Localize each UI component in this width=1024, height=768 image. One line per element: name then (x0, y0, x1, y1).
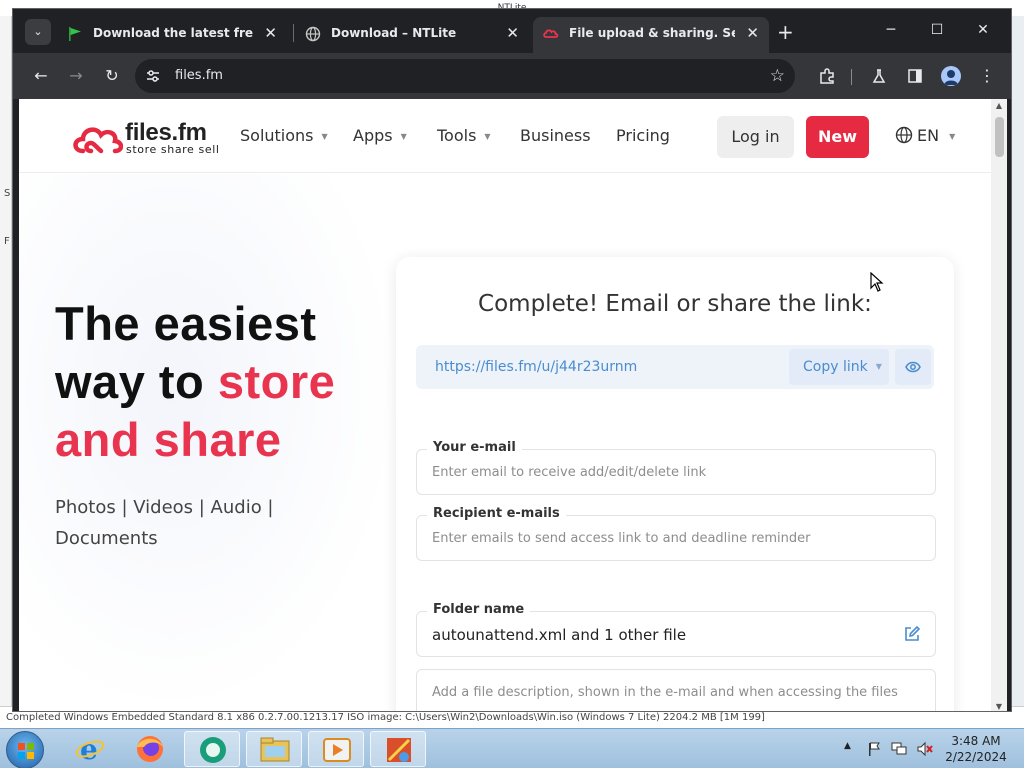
chevron-down-icon: ▼ (875, 362, 882, 371)
clock-time: 3:48 AM (951, 734, 1001, 748)
windows-logo-icon (18, 743, 34, 759)
background-mark: S (4, 188, 11, 199)
nav-solutions[interactable]: Solutions ▼ (240, 99, 328, 173)
chevron-down-icon: ▼ (400, 132, 407, 141)
labs-flask-icon[interactable] (865, 62, 893, 90)
edit-icon[interactable] (903, 625, 921, 643)
tab-ntlite-download[interactable]: Download – NTLite ✕ (295, 17, 529, 53)
forward-button[interactable]: → (62, 62, 90, 90)
maximize-button[interactable]: ☐ (917, 17, 957, 43)
chevron-down-icon: ▼ (321, 132, 328, 141)
upload-complete-card: Complete! Email or share the link: https… (396, 257, 954, 711)
nav-pricing[interactable]: Pricing (616, 99, 670, 173)
extensions-icon[interactable] (813, 62, 841, 90)
minimize-button[interactable]: ─ (871, 17, 911, 43)
close-tab-icon[interactable]: ✕ (264, 17, 277, 49)
media-player-icon[interactable] (308, 731, 364, 767)
new-tab-button[interactable]: + (777, 19, 794, 45)
ntlite-icon[interactable] (370, 731, 426, 767)
globe-icon (895, 126, 913, 144)
windows-taskbar: e ▲ 3:48 AM 2/22/2024 (0, 728, 1024, 768)
nav-tools[interactable]: Tools ▼ (437, 99, 491, 173)
card-title: Complete! Email or share the link: (478, 291, 872, 317)
bookmark-star-icon[interactable]: ☆ (770, 59, 785, 93)
close-tab-icon[interactable]: ✕ (506, 17, 519, 49)
chat-bubble-icon[interactable] (184, 731, 240, 767)
folder-name-field[interactable]: Folder name autounattend.xml and 1 other… (416, 602, 936, 657)
folder-name-value: autounattend.xml and 1 other file (432, 626, 687, 644)
scroll-down-icon[interactable]: ▼ (991, 702, 1007, 711)
url-text: files.fm (175, 68, 223, 83)
chevron-down-icon: ▼ (484, 132, 491, 141)
nav-apps[interactable]: Apps ▼ (353, 99, 407, 173)
hero-title: The easiest way to store and share (55, 297, 336, 466)
new-upload-button[interactable]: New (806, 116, 869, 158)
brand-tagline: store share sell (126, 143, 220, 156)
back-button[interactable]: ← (27, 62, 55, 90)
page-viewport: files.fm store share sell Solutions ▼ App… (19, 99, 991, 711)
field-placeholder: Add a file description, shown in the e-m… (432, 685, 898, 700)
browser-menu-icon[interactable]: ⋮ (973, 62, 1001, 90)
taskbar-clock[interactable]: 3:48 AM 2/22/2024 (936, 733, 1016, 765)
share-link-box: https://files.fm/u/j44r23urnm Copy link ▼ (416, 345, 934, 389)
eye-icon (905, 361, 921, 373)
green-flag-icon (69, 27, 81, 41)
reload-button[interactable]: ↻ (98, 62, 126, 90)
clock-date: 2/22/2024 (945, 750, 1007, 764)
hero-subtitle: Photos | Videos | Audio | Documents (55, 497, 274, 549)
scrollbar-thumb[interactable] (995, 117, 1004, 157)
file-explorer-icon[interactable] (246, 731, 302, 767)
page-scrollbar[interactable]: ▲ ▼ (991, 99, 1007, 711)
browser-toolbar: ← → ↻ files.fm ☆ ⋮ (13, 53, 1011, 99)
close-tab-icon[interactable]: ✕ (746, 17, 759, 49)
firefox-icon[interactable] (122, 731, 178, 767)
filesfm-logo[interactable]: files.fm store share sell (71, 119, 221, 159)
tab-strip: ⌄ Download the latest free trial v ✕ Dow… (13, 9, 1011, 53)
internet-explorer-icon[interactable]: e (62, 731, 118, 767)
field-placeholder: Enter email to receive add/edit/delete l… (432, 465, 707, 480)
site-settings-icon[interactable] (145, 68, 161, 84)
start-button[interactable] (6, 731, 44, 768)
show-hidden-icons-icon[interactable]: ▲ (844, 741, 851, 751)
svg-text:e: e (80, 733, 98, 766)
tab-title: Download the latest free trial v (93, 26, 253, 40)
tab-filesfm-active[interactable]: File upload & sharing. Send lar ✕ (533, 17, 769, 53)
file-description-field[interactable]: Add a file description, shown in the e-m… (416, 669, 936, 711)
site-header: files.fm store share sell Solutions ▼ App… (19, 99, 991, 173)
tab-title: File upload & sharing. Send lar (569, 26, 735, 40)
tab-search-button[interactable]: ⌄ (25, 19, 51, 45)
tab-download-trial[interactable]: Download the latest free trial v ✕ (57, 17, 287, 53)
mouse-cursor-icon (870, 272, 884, 292)
filesfm-cloud-icon (543, 29, 559, 38)
desktop: NTLite S F Completed Windows Embedded St… (0, 0, 1024, 768)
language-selector[interactable]: EN ▼ (895, 99, 955, 174)
field-placeholder: Enter emails to send access link to and … (432, 531, 811, 546)
globe-icon (305, 26, 321, 42)
nav-business[interactable]: Business (520, 99, 591, 173)
scroll-up-icon[interactable]: ▲ (991, 101, 1007, 110)
filesfm-cloud-logo-icon (73, 127, 123, 154)
background-window-sidebar: S F (0, 16, 12, 716)
your-email-field[interactable]: Your e-mail Enter email to receive add/e… (416, 440, 936, 495)
close-window-button[interactable]: ✕ (963, 17, 1003, 43)
network-icon[interactable] (890, 741, 908, 757)
browser-window: ⌄ Download the latest free trial v ✕ Dow… (12, 8, 1012, 712)
recipient-emails-field[interactable]: Recipient e-mails Enter emails to send a… (416, 506, 936, 561)
address-bar[interactable]: files.fm ☆ (135, 59, 795, 93)
background-mark: F (4, 236, 10, 247)
login-button[interactable]: Log in (717, 116, 794, 158)
preview-link-button[interactable] (895, 349, 931, 385)
side-panel-icon[interactable] (901, 62, 929, 90)
chevron-down-icon: ▼ (949, 132, 956, 141)
copy-link-button[interactable]: Copy link ▼ (789, 349, 889, 385)
tab-title: Download – NTLite (331, 26, 457, 40)
share-link-url[interactable]: https://files.fm/u/j44r23urnm (435, 345, 637, 389)
action-center-flag-icon[interactable] (866, 741, 882, 757)
volume-muted-icon[interactable] (916, 741, 934, 757)
profile-avatar-icon[interactable] (941, 66, 961, 86)
